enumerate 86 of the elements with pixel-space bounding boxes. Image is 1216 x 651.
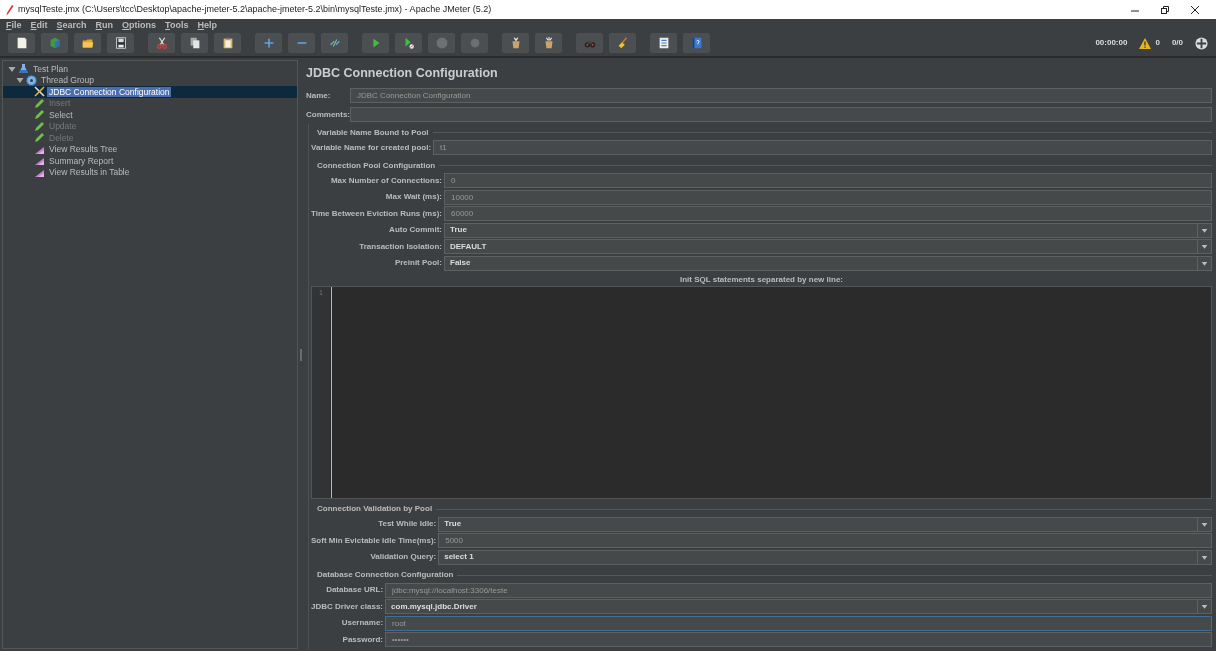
toolbar-button[interactable] [214, 33, 241, 53]
plus-circle-icon[interactable] [1195, 36, 1208, 50]
section-title: Database Connection Configuration [316, 570, 454, 580]
slash-icon [327, 36, 342, 50]
tree-item[interactable]: Thread Group [39, 75, 96, 86]
menu-item[interactable]: File [6, 19, 22, 31]
flask-icon [18, 63, 29, 75]
section-title: Variable Name Bound to Pool [316, 127, 429, 138]
dropdown[interactable]: False [444, 255, 1212, 271]
field-label: Time Between Eviction Runs (ms): [311, 208, 442, 219]
menu-item[interactable]: Tools [165, 19, 189, 31]
pencil-icon [34, 97, 45, 109]
expand-arrow-icon[interactable] [16, 76, 24, 85]
toolbar-button[interactable] [609, 33, 636, 53]
warning-icon [1139, 37, 1152, 49]
field-label: Soft Min Evictable Idle Time(ms): [311, 535, 437, 546]
dropdown[interactable]: DEFAULT [444, 239, 1212, 254]
field-label: Variable Name for created pool: [311, 142, 432, 153]
field-label: Preinit Pool: [393, 258, 442, 268]
restore-icon[interactable] [1160, 4, 1170, 15]
gear-icon [26, 74, 37, 86]
toolbar-button[interactable] [74, 33, 101, 53]
field-label: Database URL: [325, 585, 384, 595]
menu-item[interactable]: Help [197, 19, 217, 31]
field-label: Auto Commit: [388, 225, 442, 235]
input-field[interactable]: 10000 [444, 189, 1212, 205]
field-label: Transaction Isolation: [358, 241, 442, 252]
panel-title: JDBC Connection Configuration [306, 65, 499, 82]
menu-item[interactable]: Edit [30, 19, 48, 31]
field-label: Test While Idle: [377, 519, 437, 529]
close-icon[interactable] [1190, 4, 1200, 15]
toolbar-button[interactable] [535, 33, 562, 53]
input-field[interactable]: •••••• [385, 632, 1212, 647]
tree-item[interactable]: View Results in Table [47, 167, 132, 178]
warning-count: 0 [1155, 38, 1160, 48]
dropdown[interactable]: select 1 [438, 549, 1212, 565]
elapsed-time: 00:00:00 [1095, 38, 1128, 48]
toolbar-button[interactable] [181, 33, 208, 53]
field-label: Password: [341, 634, 384, 645]
field-label: Username: [340, 618, 384, 628]
dropdown[interactable]: com.mysql.jdbc.Driver [385, 599, 1212, 614]
toolbar-button[interactable] [107, 33, 134, 53]
menu-item[interactable]: Run [95, 19, 114, 31]
pencil-icon [34, 109, 45, 121]
chart-icon [34, 155, 45, 167]
toolbar-button[interactable] [502, 33, 529, 53]
toolbar-button[interactable] [148, 33, 175, 53]
feather-icon [6, 4, 14, 15]
toolbar-button[interactable] [395, 33, 422, 53]
menu-item[interactable]: Search [56, 19, 87, 31]
field-label: JDBC Driver class: [311, 601, 384, 612]
wrench-icon [34, 86, 45, 98]
scissors-icon [154, 36, 169, 50]
input-field[interactable]: t1 [433, 140, 1212, 155]
input-field[interactable]: JDBC Connection Configuration [350, 88, 1212, 103]
tree-item[interactable]: Select [47, 109, 75, 120]
thread-count: 0/0 [1171, 38, 1183, 48]
input-field[interactable] [350, 107, 1212, 122]
toolbar-button[interactable] [650, 33, 677, 53]
dropdown[interactable]: True [444, 222, 1212, 238]
tree-item[interactable]: JDBC Connection Configuration [47, 86, 172, 97]
input-field[interactable]: root [385, 615, 1212, 631]
field-label: Max Wait (ms): [384, 192, 442, 202]
section-title: Connection Pool Configuration [316, 160, 436, 171]
input-field[interactable]: 0 [444, 173, 1212, 188]
input-field[interactable]: 60000 [444, 206, 1212, 221]
section-title: Connection Validation by Pool [316, 504, 433, 514]
tree-item[interactable]: View Results Tree [47, 144, 120, 155]
tree-item[interactable]: Test Plan [31, 63, 70, 74]
octagon-icon [434, 36, 449, 50]
expand-arrow-icon[interactable] [8, 64, 16, 73]
field-label: Max Number of Connections: [329, 175, 442, 186]
window-title: mysqlTeste.jmx (C:\Users\tcc\Desktop\apache-jmeter-5.2\apache-jmeter-5.2\bin\mysqlTeste.jmx) - Apache JMeter (5.2) [18, 4, 492, 15]
menu-item[interactable]: Options [122, 19, 157, 31]
editor-label: Init SQL statements separated by new line: [679, 273, 844, 286]
splitter-handle[interactable] [300, 348, 302, 361]
dropdown[interactable]: True [438, 516, 1212, 532]
pencil-icon [34, 132, 45, 144]
toolbar-button[interactable] [362, 33, 389, 53]
tree-item[interactable]: Summary Report [47, 155, 116, 166]
pencil-icon [34, 120, 45, 132]
field-label: Name: [306, 90, 332, 101]
toolbar-button[interactable] [8, 33, 35, 53]
field-label: Validation Query: [369, 552, 437, 562]
input-field[interactable]: jdbc:mysql://localhost:3306/teste [385, 582, 1212, 598]
input-field[interactable]: 5000 [438, 533, 1212, 548]
